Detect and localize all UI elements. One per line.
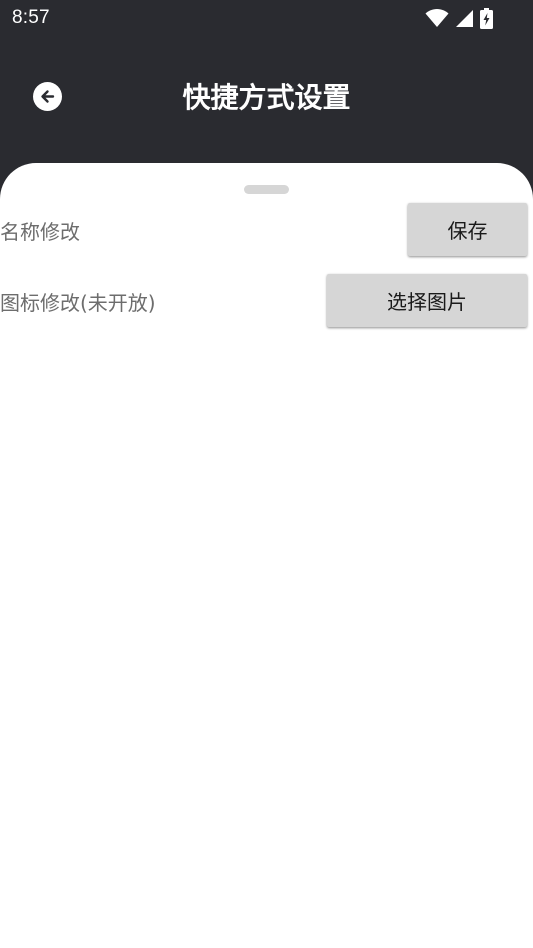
select-image-button[interactable]: 选择图片 (327, 274, 527, 327)
wifi-icon (425, 9, 449, 27)
status-bar: 8:57 (0, 0, 533, 36)
cell-signal-icon (456, 9, 473, 27)
app-header: 快捷方式设置 (0, 50, 533, 142)
status-icons (425, 7, 493, 29)
name-edit-label: 名称修改 (0, 220, 80, 244)
icon-edit-label: 图标修改(未开放) (0, 291, 156, 315)
drag-handle[interactable] (244, 185, 289, 194)
page-title: 快捷方式设置 (182, 81, 351, 114)
battery-charging-icon (480, 7, 493, 29)
status-time: 8:57 (12, 7, 50, 28)
bottom-sheet: 名称修改 保存 图标修改(未开放) 选择图片 (0, 163, 533, 948)
save-button[interactable]: 保存 (408, 203, 527, 256)
